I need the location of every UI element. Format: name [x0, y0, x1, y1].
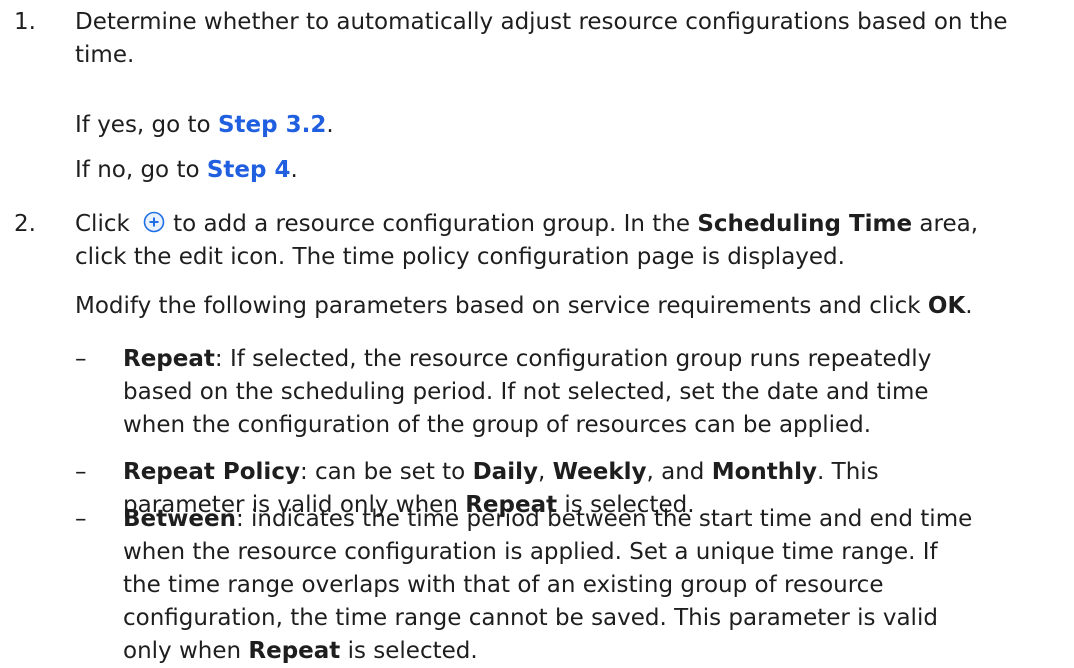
bullet: –: [75, 459, 87, 485]
no-prefix: If no, go to: [75, 157, 207, 183]
click-word: Click: [75, 211, 130, 237]
param-text: : can be set to: [299, 459, 473, 485]
param-text: . This: [817, 459, 879, 485]
param-line: only when Repeat is selected.: [123, 635, 1023, 668]
repeat-term: Repeat: [248, 638, 341, 664]
param-text: based on the scheduling period. If not s…: [123, 379, 929, 405]
step-4-link[interactable]: Step 4: [207, 157, 291, 183]
ok-term: OK: [927, 293, 966, 319]
modify-suffix: .: [965, 293, 973, 319]
param-text: ,: [537, 459, 553, 485]
param-line: Between: indicates the time period betwe…: [123, 503, 1023, 536]
param-text: , and: [646, 459, 712, 485]
modify-prefix: Modify the following parameters based on…: [75, 293, 928, 319]
bullet: –: [75, 506, 87, 532]
param-name: Between: [123, 506, 236, 532]
daily-term: Daily: [472, 459, 538, 485]
bullet: –: [75, 346, 87, 372]
param-text: : indicates the time period between the …: [235, 506, 973, 532]
param-text: when the configuration of the group of r…: [123, 412, 872, 438]
add-circle-icon[interactable]: [143, 210, 165, 233]
yes-prefix: If yes, go to: [75, 112, 218, 138]
param-line: Repeat Policy: can be set to Daily, Week…: [123, 456, 1023, 489]
weekly-term: Weekly: [552, 459, 647, 485]
step-2-line-1: Click to add a resource configuration gr…: [75, 208, 1060, 241]
scheduling-time-term: Scheduling Time: [697, 211, 913, 237]
line-1-text: to add a resource configuration group. I…: [173, 211, 698, 237]
step-2-line-2: click the edit icon. The time policy con…: [75, 244, 845, 270]
step-1-text: Determine whether to automatically adjus…: [75, 9, 1008, 68]
param-line: Repeat: If selected, the resource config…: [123, 343, 1023, 376]
param-text: : If selected, the resource configuratio…: [214, 346, 932, 372]
param-name: Repeat Policy: [123, 459, 300, 485]
param-text: configuration, the time range cannot be …: [123, 605, 938, 631]
param-text: only when: [123, 638, 249, 664]
document-page: 1. Determine whether to automatically ad…: [0, 0, 1074, 666]
step-number: 1.: [14, 9, 36, 35]
param-text: the time range overlaps with that of an …: [123, 572, 884, 598]
step-3-2-link[interactable]: Step 3.2: [218, 112, 326, 138]
param-text: is selected.: [340, 638, 478, 664]
step-number: 2.: [14, 211, 36, 237]
param-text: when the resource configuration is appli…: [123, 539, 938, 565]
no-suffix: .: [290, 157, 298, 183]
monthly-term: Monthly: [711, 459, 818, 485]
line-1-end: area,: [912, 211, 979, 237]
param-name: Repeat: [123, 346, 215, 372]
yes-suffix: .: [326, 112, 334, 138]
